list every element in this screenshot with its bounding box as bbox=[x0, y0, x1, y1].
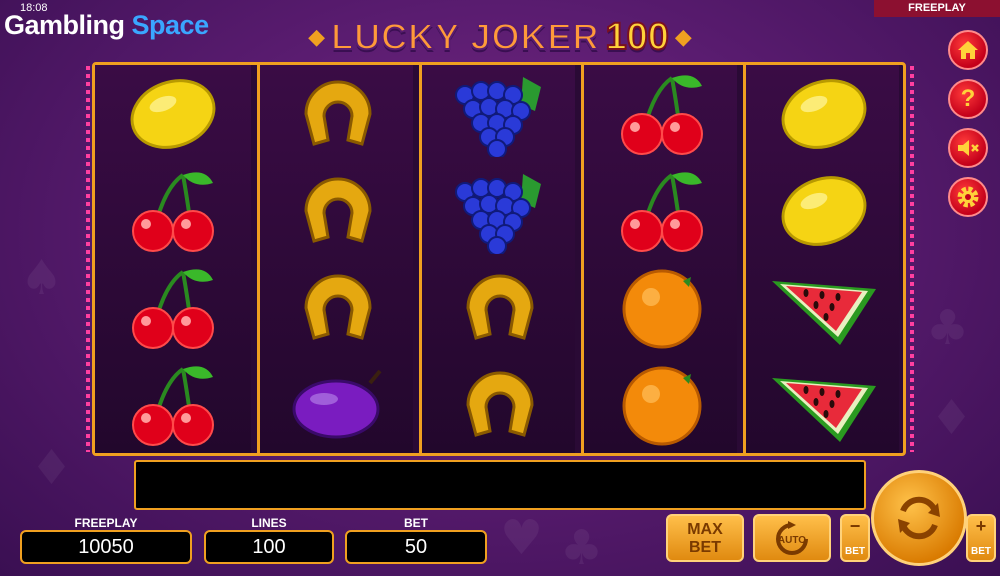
game-title-number: 100 bbox=[604, 15, 669, 59]
home-button[interactable] bbox=[948, 30, 988, 70]
gear-icon bbox=[957, 186, 979, 208]
reel-1 bbox=[95, 65, 251, 453]
spin-arrows-icon bbox=[898, 496, 940, 540]
cherry-symbol-icon bbox=[584, 162, 740, 259]
bet-decrease-label: BET bbox=[845, 546, 865, 557]
max-bet-label-line1: MAX bbox=[687, 521, 723, 538]
bet-increase-button[interactable]: + BET bbox=[966, 514, 996, 562]
bet-increase-label: BET bbox=[971, 546, 991, 557]
cherry-symbol-icon bbox=[95, 259, 251, 356]
plum-symbol-icon bbox=[260, 356, 416, 453]
reels-area bbox=[92, 62, 906, 456]
plus-icon: + bbox=[975, 516, 987, 536]
lemon-symbol-icon bbox=[746, 162, 902, 259]
autoplay-label: AUTO bbox=[777, 535, 807, 546]
game-logo: ◆ LUCKY JOKER 100 ◆ bbox=[250, 14, 750, 60]
speaker-muted-icon bbox=[958, 140, 979, 156]
sound-button[interactable] bbox=[948, 128, 988, 168]
reel-5 bbox=[743, 65, 899, 453]
suit-decoration: ♦ bbox=[30, 440, 74, 496]
suit-decoration: ♠ bbox=[20, 250, 64, 306]
cherry-symbol-icon bbox=[95, 162, 251, 259]
orange-symbol-icon bbox=[584, 356, 740, 453]
bet-display: 50 bbox=[345, 530, 487, 564]
game-title-text: LUCKY JOKER bbox=[330, 15, 600, 58]
brand-logo: Gambling Space bbox=[4, 10, 209, 41]
suit-decoration: ♣ bbox=[926, 300, 970, 356]
grapes-symbol-icon bbox=[422, 65, 578, 162]
max-bet-label-line2: BET bbox=[689, 539, 721, 556]
autoplay-button[interactable]: AUTO bbox=[753, 514, 831, 562]
credit-display: 10050 bbox=[20, 530, 192, 564]
ornament-right-icon: ◆ bbox=[674, 24, 692, 50]
suit-decoration: ♦ bbox=[930, 390, 974, 446]
orange-symbol-icon bbox=[584, 259, 740, 356]
horseshoe-symbol-icon bbox=[260, 65, 416, 162]
horseshoe-symbol-icon bbox=[260, 259, 416, 356]
mode-tag: FREEPLAY bbox=[874, 0, 1000, 17]
bet-label: BET bbox=[404, 516, 428, 530]
horseshoe-symbol-icon bbox=[422, 259, 578, 356]
help-button[interactable]: ? bbox=[948, 79, 988, 119]
suit-decoration: ♣ bbox=[560, 520, 604, 576]
bet-decrease-button[interactable]: − BET bbox=[840, 514, 870, 562]
watermelon-symbol-icon bbox=[746, 259, 902, 356]
cherry-symbol-icon bbox=[584, 65, 740, 162]
lemon-symbol-icon bbox=[746, 65, 902, 162]
horseshoe-symbol-icon bbox=[260, 162, 416, 259]
question-icon: ? bbox=[960, 85, 976, 112]
suit-decoration: ♥ bbox=[500, 510, 544, 566]
lines-label: LINES bbox=[251, 516, 287, 530]
home-icon bbox=[958, 41, 978, 59]
ornament-left-icon: ◆ bbox=[308, 24, 326, 50]
minus-icon: − bbox=[849, 516, 861, 536]
lines-display: 100 bbox=[204, 530, 334, 564]
brand-word-1: Gambling bbox=[4, 10, 125, 40]
reel-2 bbox=[257, 65, 413, 453]
freeplay-label: FREEPLAY bbox=[74, 516, 138, 530]
watermelon-symbol-icon bbox=[746, 356, 902, 453]
reel-4 bbox=[581, 65, 737, 453]
spin-button[interactable] bbox=[871, 470, 967, 566]
cherry-symbol-icon bbox=[95, 356, 251, 453]
brand-word-2: Space bbox=[131, 10, 210, 40]
light-dots-left bbox=[86, 66, 90, 452]
message-bar bbox=[134, 460, 866, 510]
light-dots-right bbox=[910, 66, 914, 452]
settings-button[interactable] bbox=[948, 177, 988, 217]
lemon-symbol-icon bbox=[95, 65, 251, 162]
grapes-symbol-icon bbox=[422, 162, 578, 259]
reel-3 bbox=[419, 65, 575, 453]
horseshoe-symbol-icon bbox=[422, 356, 578, 453]
max-bet-button[interactable]: MAX BET bbox=[666, 514, 744, 562]
